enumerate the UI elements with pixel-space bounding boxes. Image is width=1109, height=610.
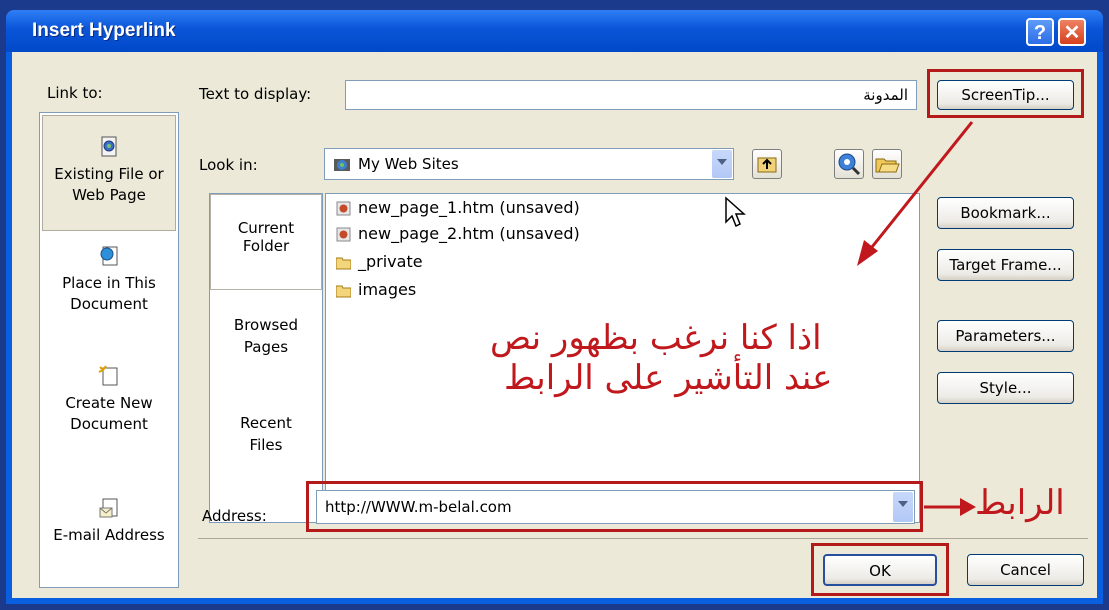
location-nav-panel: Current Folder Browsed Pages Recent File… — [209, 193, 323, 523]
up-folder-icon — [757, 157, 777, 173]
link-to-place-line1: Place in This — [62, 274, 156, 292]
web-page-icon — [336, 227, 351, 242]
annotation-link-label: الرابط — [975, 483, 1065, 523]
file-name: images — [358, 280, 417, 299]
current-folder-line1: Current — [237, 219, 295, 237]
email-icon — [98, 497, 120, 525]
link-to-create-line1: Create New — [65, 394, 153, 412]
folder-icon — [336, 257, 351, 270]
link-to-email-address[interactable]: E-mail Address — [40, 497, 178, 546]
place-in-document-icon — [98, 245, 120, 273]
link-to-existing-file[interactable]: Existing File or Web Page — [42, 115, 176, 231]
new-document-icon — [98, 365, 120, 393]
recent-files-line2: Files — [249, 436, 283, 454]
address-label: Address: — [202, 507, 267, 525]
current-folder-line2: Folder — [242, 237, 290, 255]
ok-highlight — [811, 543, 949, 596]
link-to-create-new-document[interactable]: Create New Document — [40, 365, 178, 435]
folder-icon — [336, 285, 351, 298]
annotation-line1: اذا كنا نرغب بظهور نص — [490, 318, 822, 358]
footer-divider — [198, 538, 1088, 539]
annotation-arrow-icon — [924, 498, 976, 516]
insert-hyperlink-dialog: Insert Hyperlink ? ✕ Link to: Existing F… — [6, 10, 1103, 604]
link-to-create-line2: Document — [70, 415, 148, 433]
mouse-cursor-icon — [725, 196, 746, 228]
browsed-pages-line2: Pages — [243, 338, 289, 356]
help-button[interactable]: ? — [1026, 18, 1054, 46]
look-in-label: Look in: — [199, 156, 258, 174]
text-to-display-label: Text to display: — [199, 85, 312, 103]
text-to-display-input[interactable]: المدونة — [345, 80, 917, 110]
link-to-existing-file-line1: Existing File or — [54, 165, 164, 183]
link-to-sidebar: Existing File or Web Page Place in This … — [39, 112, 179, 588]
annotation-line2: عند التأشير على الرابط — [504, 358, 833, 398]
recent-files-line1: Recent — [240, 414, 292, 432]
web-page-icon — [336, 201, 351, 216]
look-in-dropdown[interactable]: My Web Sites — [324, 148, 734, 180]
browsed-pages-tab[interactable]: Browsed Pages — [210, 314, 322, 358]
link-to-place-in-document[interactable]: Place in This Document — [40, 245, 178, 315]
web-sites-folder-icon — [333, 155, 351, 177]
look-in-value: My Web Sites — [358, 155, 459, 173]
current-folder-tab[interactable]: Current Folder — [210, 194, 322, 290]
browsed-pages-line1: Browsed — [233, 316, 299, 334]
file-name: _private — [358, 252, 423, 271]
close-button[interactable]: ✕ — [1058, 18, 1086, 46]
parameters-button[interactable]: Parameters... — [937, 320, 1074, 352]
title-bar[interactable]: Insert Hyperlink ? ✕ — [6, 10, 1103, 52]
recent-files-tab[interactable]: Recent Files — [210, 412, 322, 456]
dialog-title: Insert Hyperlink — [32, 20, 176, 41]
file-name: new_page_2.htm (unsaved) — [358, 224, 580, 243]
address-highlight — [306, 481, 923, 532]
screentip-highlight — [927, 69, 1084, 118]
dialog-body: Link to: Existing File or Web Page Place… — [12, 52, 1097, 598]
style-button[interactable]: Style... — [937, 372, 1074, 404]
up-one-folder-button[interactable] — [752, 149, 782, 179]
link-to-label: Link to: — [47, 84, 103, 102]
link-to-existing-file-line2: Web Page — [72, 186, 146, 204]
look-in-chevron-down-icon[interactable] — [712, 150, 732, 178]
link-to-place-line2: Document — [70, 295, 148, 313]
link-to-email-line1: E-mail Address — [53, 526, 165, 544]
file-name: new_page_1.htm (unsaved) — [358, 198, 580, 217]
existing-file-icon — [99, 136, 119, 164]
annotation-diagonal-arrow-icon — [857, 121, 974, 266]
text-to-display-value: المدونة — [863, 86, 908, 104]
cancel-button[interactable]: Cancel — [967, 554, 1084, 586]
